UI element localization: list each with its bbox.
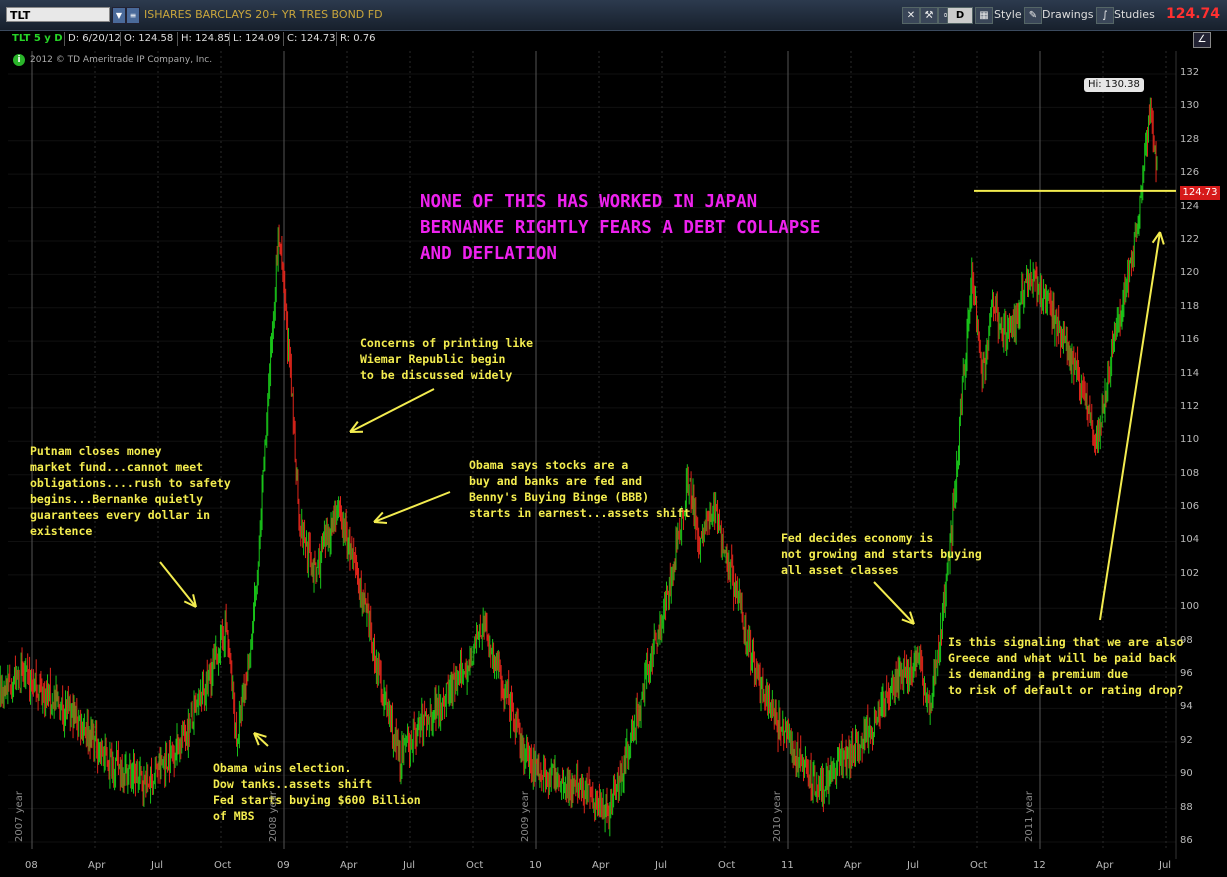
x-axis-label: 09	[277, 860, 290, 871]
y-axis-label: 104	[1180, 534, 1200, 546]
arrow-weimar	[349, 388, 435, 433]
last-price: 124.74	[1165, 6, 1220, 22]
x-axis-label: Apr	[1096, 860, 1114, 871]
style-button[interactable]: Style	[994, 6, 1022, 24]
studies-button[interactable]: Studies	[1114, 6, 1155, 24]
d-button[interactable]: D	[947, 7, 973, 24]
chart-settings-icon[interactable]: ∠	[1193, 32, 1211, 48]
x-axis-label: 11	[781, 860, 794, 871]
year-label: 2009 year	[520, 791, 531, 842]
annotation-obama-stocks: Obama says stocks are a buy and banks ar…	[469, 458, 691, 520]
arrow-greece-head	[1159, 231, 1165, 245]
divider	[229, 32, 230, 46]
x-axis-label: 12	[1033, 860, 1046, 871]
y-axis-label: 124	[1180, 200, 1200, 212]
divider	[64, 32, 65, 46]
studies-icon[interactable]: ∫	[1096, 7, 1114, 24]
year-label: 2011 year	[1024, 791, 1035, 842]
crosshair-icon[interactable]: ✕	[902, 7, 920, 24]
drawings-icon[interactable]: ✎	[1024, 7, 1042, 24]
y-axis-label: 120	[1180, 267, 1200, 279]
x-axis-label: Apr	[844, 860, 862, 871]
y-axis-label: 112	[1180, 400, 1200, 412]
annotation-fed-decides: Fed decides economy is not growing and s…	[781, 531, 982, 577]
y-axis-label: 128	[1180, 133, 1200, 145]
divider	[283, 32, 284, 46]
x-axis-label: Jul	[907, 860, 920, 871]
info-range: R: 0.76	[340, 33, 376, 44]
x-axis-label: Jul	[655, 860, 668, 871]
y-axis-label: 86	[1180, 835, 1193, 846]
x-axis-label: Oct	[970, 860, 988, 871]
info-high: H: 124.85	[181, 33, 231, 44]
divider	[177, 32, 178, 46]
divider	[120, 32, 121, 46]
info-bar: TLT 5 y D D: 6/20/12 O: 124.58 H: 124.85…	[0, 31, 1227, 48]
wrench-icon[interactable]: ⚒	[920, 7, 938, 24]
x-axis-label: Apr	[592, 860, 610, 871]
year-label: 2010 year	[772, 791, 783, 842]
toolbar: TLT ▼ ≡ ISHARES BARCLAYS 20+ YR TRES BON…	[0, 0, 1227, 31]
x-axis-label: Apr	[88, 860, 106, 871]
y-axis-label: 110	[1180, 434, 1200, 446]
current-price-tag: 124.73	[1180, 186, 1220, 200]
x-axis-label: 08	[25, 860, 38, 871]
info-date: D: 6/20/12	[68, 33, 121, 44]
info-symbol-period[interactable]: TLT 5 y D	[12, 33, 63, 44]
high-label: Hi: 130.38	[1084, 78, 1144, 92]
y-axis-label: 88	[1180, 801, 1193, 813]
headline-annotation: NONE OF THIS HAS WORKED IN JAPAN BERNANK…	[420, 192, 821, 264]
y-axis-label: 100	[1180, 601, 1200, 613]
info-icon[interactable]: i	[13, 54, 25, 66]
arrow-fed-decides	[873, 581, 915, 625]
y-axis-label: 130	[1180, 100, 1200, 112]
y-axis-label: 98	[1180, 634, 1193, 646]
y-axis-label: 126	[1180, 167, 1200, 179]
drawings-button[interactable]: Drawings	[1042, 6, 1093, 24]
y-axis-label: 92	[1180, 734, 1193, 746]
y-axis-label: 90	[1180, 768, 1193, 780]
annotation-weimar: Concerns of printing like Wiemar Republi…	[360, 336, 534, 382]
style-icon[interactable]: ▦	[975, 7, 993, 24]
x-axis-label: Jul	[403, 860, 416, 871]
year-label: 2008 year	[268, 791, 279, 842]
y-axis-label: 106	[1180, 501, 1200, 513]
arrow-greece	[1099, 231, 1161, 621]
copyright-text: 2012 © TD Ameritrade IP Company, Inc.	[30, 55, 213, 65]
info-close: C: 124.73	[287, 33, 336, 44]
x-axis-label: Oct	[214, 860, 232, 871]
y-axis-label: 96	[1180, 668, 1193, 680]
y-axis-label: 94	[1180, 701, 1193, 713]
year-label: 2007 year	[14, 791, 25, 842]
divider	[336, 32, 337, 46]
y-axis-label: 102	[1180, 567, 1200, 579]
annotation-greece: Is this signaling that we are also Greec…	[948, 635, 1184, 697]
y-axis-label: 116	[1180, 334, 1200, 346]
x-axis-label: Apr	[340, 860, 358, 871]
symbol-input[interactable]: TLT	[6, 7, 110, 22]
y-axis-label: 132	[1180, 67, 1200, 78]
info-low: L: 124.09	[233, 33, 281, 44]
x-axis-label: 10	[529, 860, 542, 871]
arrow-obama-stocks-head	[373, 521, 388, 524]
x-axis-label: Oct	[718, 860, 736, 871]
x-axis-label: Jul	[1159, 860, 1172, 871]
symbol-dropdown-icon[interactable]: ▼	[112, 7, 126, 24]
y-axis-label: 122	[1180, 233, 1200, 245]
x-axis-label: Oct	[466, 860, 484, 871]
info-open: O: 124.58	[124, 33, 174, 44]
symbol-description: ISHARES BARCLAYS 20+ YR TRES BOND FD	[144, 8, 383, 21]
arrow-putnam	[159, 561, 197, 608]
y-axis-label: 118	[1180, 300, 1200, 312]
annotation-putnam: Putnam closes money market fund...cannot…	[30, 444, 231, 538]
annotation-obama-election: Obama wins election. Dow tanks..assets s…	[213, 761, 421, 823]
y-axis-label: 108	[1180, 467, 1200, 479]
x-axis-label: Jul	[151, 860, 164, 871]
symbol-link-icon[interactable]: ≡	[126, 7, 140, 24]
arrow-obama-stocks	[373, 491, 451, 523]
y-axis-label: 114	[1180, 367, 1200, 379]
